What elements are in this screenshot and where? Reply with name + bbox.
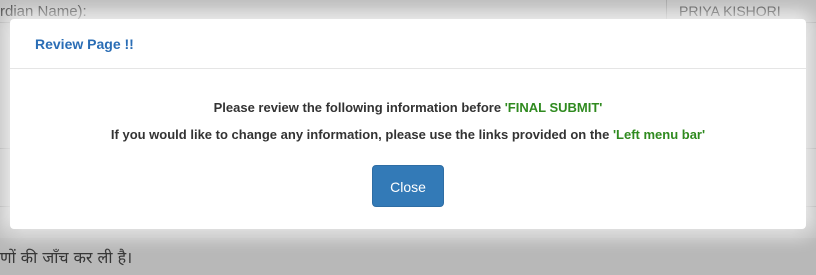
change-instruction-text: If you would like to change any informat… — [110, 127, 613, 142]
review-modal: Review Page !! Please review the followi… — [10, 19, 806, 229]
left-menu-bar-highlight: 'Left menu bar' — [612, 127, 706, 142]
review-instruction: Please review the following information … — [10, 99, 806, 117]
change-instruction: If you would like to change any informat… — [10, 126, 806, 144]
modal-header: Review Page !! — [10, 19, 806, 69]
modal-body: Please review the following information … — [10, 69, 806, 207]
close-button[interactable]: Close — [372, 165, 444, 207]
review-instruction-text: Please review the following information … — [213, 100, 505, 115]
modal-title: Review Page !! — [35, 35, 134, 52]
final-submit-highlight: 'FINAL SUBMIT' — [504, 100, 603, 115]
